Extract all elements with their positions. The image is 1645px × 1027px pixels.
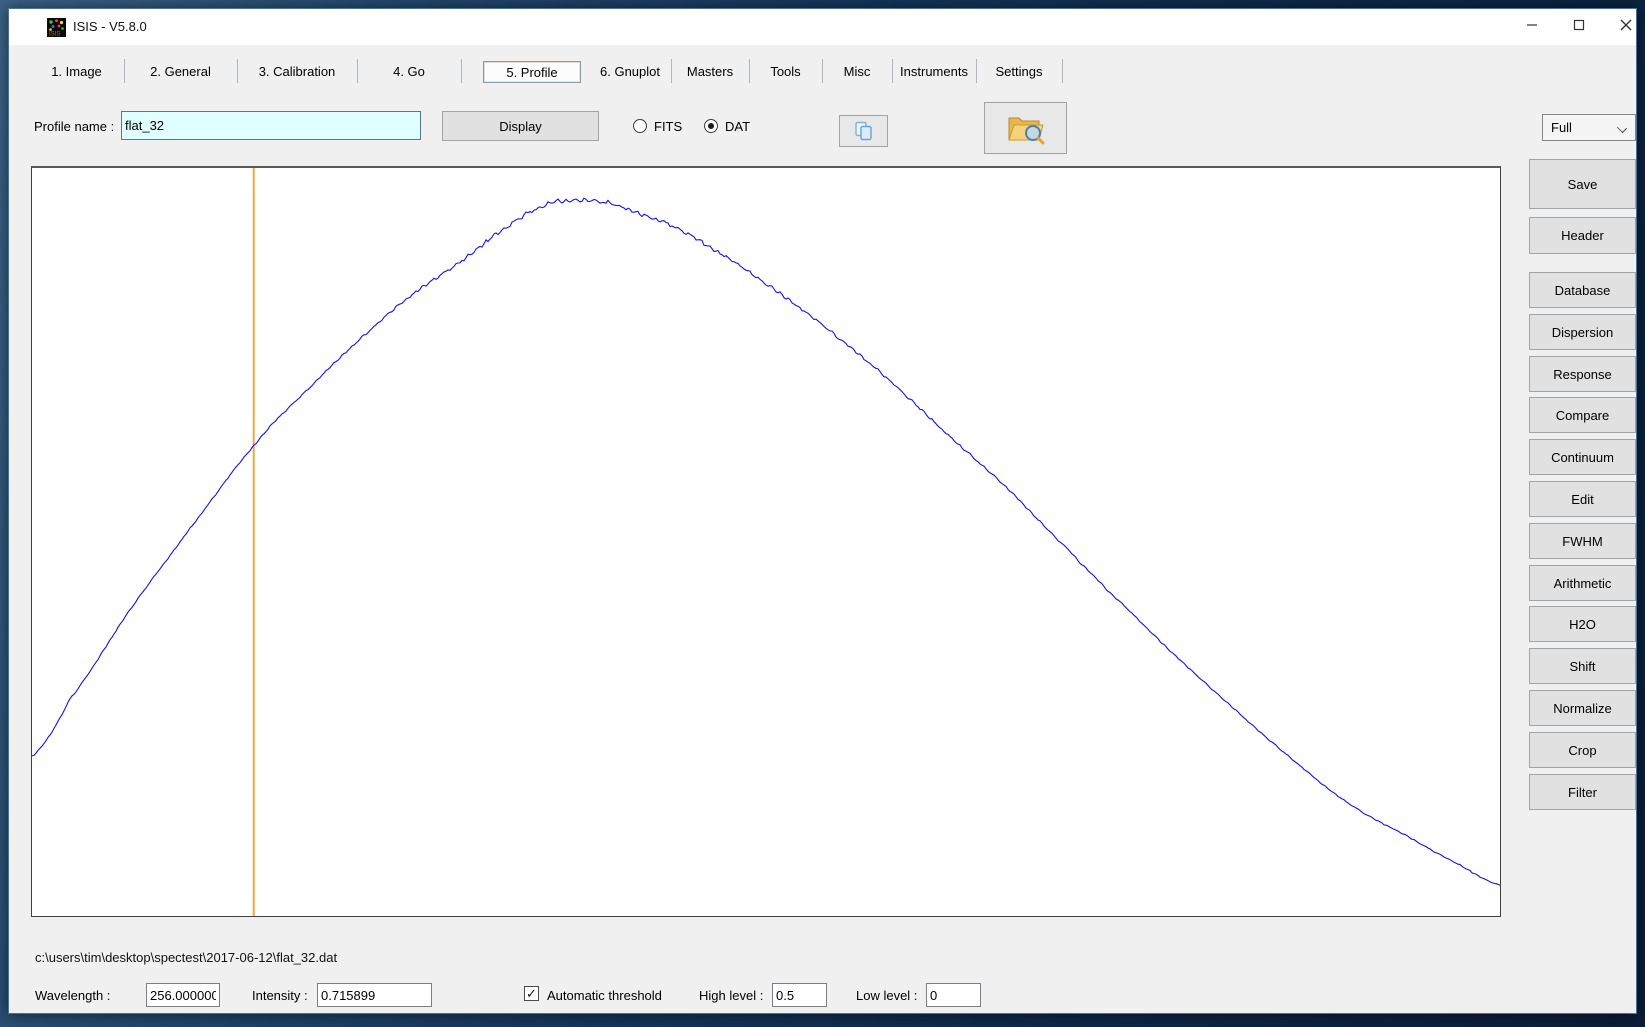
h2o-button[interactable]: H2O — [1529, 606, 1636, 642]
profile-name-label: Profile name : — [34, 119, 114, 134]
tab-strip: 1. Image2. General3. Calibration4. Go 5. … — [9, 53, 1636, 89]
header-button[interactable]: Header — [1529, 217, 1636, 254]
profile-name-input[interactable] — [121, 111, 421, 140]
tab-tools[interactable]: Tools — [749, 61, 822, 83]
edit-button[interactable]: Edit — [1529, 481, 1636, 517]
save-button[interactable]: Save — [1529, 159, 1636, 209]
minimize-button[interactable] — [1508, 9, 1555, 41]
maximize-button[interactable] — [1555, 9, 1602, 41]
wavelength-input[interactable] — [146, 983, 220, 1007]
tab-settings[interactable]: Settings — [976, 61, 1062, 83]
dat-radio-label: DAT — [725, 119, 750, 134]
low-level-label: Low level : — [856, 988, 917, 1003]
automatic-threshold-checkbox[interactable]: ✓ — [524, 986, 539, 1001]
tab-profile[interactable]: 5. Profile — [483, 61, 581, 83]
display-button[interactable]: Display — [442, 111, 599, 141]
file-path-text: c:\users\tim\desktop\spectest\2017-06-12… — [35, 950, 337, 965]
database-button[interactable]: Database — [1529, 272, 1636, 308]
shift-button[interactable]: Shift — [1529, 648, 1636, 684]
wavelength-label: Wavelength : — [35, 988, 110, 1003]
dispersion-button[interactable]: Dispersion — [1529, 314, 1636, 350]
browse-profile-button[interactable] — [984, 102, 1067, 154]
tab-calibration[interactable]: 3. Calibration — [237, 61, 357, 83]
high-level-input[interactable] — [772, 983, 827, 1007]
arithmetic-button[interactable]: Arithmetic — [1529, 565, 1636, 601]
tab-masters[interactable]: Masters — [671, 61, 749, 83]
tab-separator — [976, 59, 977, 83]
fits-radio[interactable] — [633, 119, 647, 133]
app-window: ISIS ISIS - V5.8.0 1. Image2. General3. … — [8, 8, 1637, 1014]
minimize-icon — [1526, 19, 1538, 31]
intensity-input[interactable] — [317, 983, 432, 1007]
tab-instruments[interactable]: Instruments — [892, 61, 976, 83]
filter-button[interactable]: Filter — [1529, 774, 1636, 810]
maximize-icon — [1573, 19, 1585, 31]
chevron-down-icon — [1617, 123, 1627, 133]
tab-image[interactable]: 1. Image — [29, 61, 124, 83]
fwhm-button[interactable]: FWHM — [1529, 523, 1636, 559]
automatic-threshold-label: Automatic threshold — [547, 988, 662, 1003]
tab-gnuplot[interactable]: 6. Gnuplot — [589, 61, 671, 83]
title-bar: ISIS ISIS - V5.8.0 — [9, 9, 1636, 45]
dat-radio[interactable] — [704, 119, 718, 133]
tab-misc[interactable]: Misc — [822, 61, 892, 83]
tab-separator — [749, 59, 750, 83]
spectral-profile-curve — [32, 198, 1500, 885]
app-icon: ISIS — [47, 18, 66, 37]
tab-separator — [671, 59, 672, 83]
continuum-button[interactable]: Continuum — [1529, 439, 1636, 475]
fits-radio-label: FITS — [654, 119, 682, 134]
copy-profile-button[interactable] — [839, 115, 888, 147]
view-range-value: Full — [1551, 120, 1572, 135]
folder-search-icon — [1006, 110, 1046, 146]
desktop-background: ISIS ISIS - V5.8.0 1. Image2. General3. … — [0, 0, 1645, 1027]
tab-separator — [357, 59, 358, 83]
tab-general[interactable]: 2. General — [124, 61, 237, 83]
tab-separator — [124, 59, 125, 83]
compare-button[interactable]: Compare — [1529, 397, 1636, 433]
view-range-combobox[interactable]: Full — [1542, 114, 1636, 141]
tab-go[interactable]: 4. Go — [357, 61, 461, 83]
tab-separator — [1062, 59, 1063, 83]
close-icon — [1620, 19, 1632, 31]
crop-button[interactable]: Crop — [1529, 732, 1636, 768]
intensity-label: Intensity : — [252, 988, 308, 1003]
tab-separator — [461, 59, 462, 83]
tab-separator — [822, 59, 823, 83]
copy-icon — [853, 120, 875, 142]
tab-separator — [892, 59, 893, 83]
tab-separator — [237, 59, 238, 83]
close-button[interactable] — [1602, 9, 1645, 41]
profile-curve-canvas — [32, 168, 1500, 916]
low-level-input[interactable] — [926, 983, 981, 1007]
high-level-label: High level : — [699, 988, 763, 1003]
window-title: ISIS - V5.8.0 — [73, 19, 147, 34]
normalize-button[interactable]: Normalize — [1529, 690, 1636, 726]
response-button[interactable]: Response — [1529, 356, 1636, 392]
svg-text:ISIS: ISIS — [49, 32, 60, 38]
profile-plot[interactable] — [31, 166, 1501, 917]
